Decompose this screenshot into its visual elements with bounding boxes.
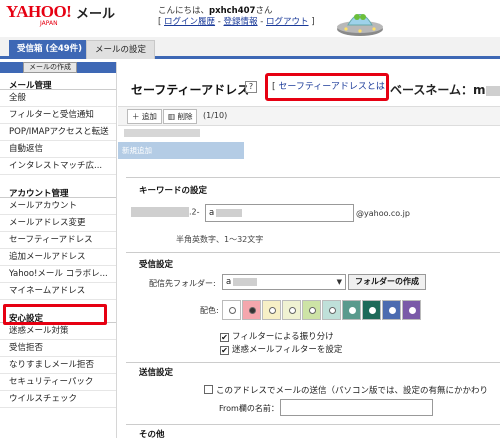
keyword-domain: @yahoo.co.jp bbox=[356, 209, 410, 218]
sidebar-heading-account-management: アカウント管理 bbox=[0, 181, 116, 199]
color-radio[interactable] bbox=[309, 307, 316, 314]
sidebar-item-mail-account[interactable]: メールアカウント bbox=[0, 198, 116, 215]
from-name-label: From欄の名前： bbox=[219, 404, 279, 413]
color-swatch[interactable] bbox=[402, 300, 421, 320]
color-radio[interactable] bbox=[409, 307, 416, 314]
color-swatch[interactable] bbox=[342, 300, 361, 320]
color-swatch[interactable] bbox=[262, 300, 281, 320]
address-toolbar: ＋ 追加 ▥ 削除 (1/10) bbox=[118, 106, 500, 126]
logout-link[interactable]: ログアウト bbox=[266, 17, 309, 27]
sidebar-item-block-senders[interactable]: 受信拒否 bbox=[0, 340, 116, 357]
chevron-down-icon: ▼ bbox=[336, 278, 342, 286]
sidebar-item-virus-check[interactable]: ウイルスチェック bbox=[0, 391, 116, 408]
color-swatch[interactable] bbox=[362, 300, 381, 320]
address-list-item-redacted[interactable] bbox=[124, 129, 200, 137]
yahoo-logo-japan: JAPAN bbox=[40, 20, 58, 27]
sidebar-item-general[interactable]: 全般 bbox=[0, 90, 116, 107]
color-swatch[interactable] bbox=[282, 300, 301, 320]
page-count: (1/10) bbox=[203, 111, 228, 120]
sidebar-heading-mail-management: メール管理 bbox=[0, 73, 116, 91]
color-radio[interactable] bbox=[369, 307, 376, 314]
sidebar-item-my-name-address[interactable]: マイネームアドレス bbox=[0, 283, 116, 300]
new-entry-item[interactable]: 新規追加 bbox=[118, 142, 244, 159]
send-from-address-option[interactable]: このアドレスでメールの送信（パソコン版では、設定の有無にかかわり bbox=[204, 384, 488, 396]
color-swatch[interactable] bbox=[222, 300, 241, 320]
registration-link[interactable]: 登録情報 bbox=[224, 17, 258, 27]
color-radio[interactable] bbox=[249, 307, 256, 314]
color-swatch[interactable] bbox=[382, 300, 401, 320]
color-swatch[interactable] bbox=[302, 300, 321, 320]
section-divider bbox=[126, 252, 500, 253]
login-history-link[interactable]: ログイン履歴 bbox=[164, 17, 215, 27]
from-name-input[interactable] bbox=[280, 399, 433, 416]
main-content: セーフティーアドレス ? [ セーフティーアドレスとは ] ベースネーム：m ＋… bbox=[118, 62, 500, 440]
settings-sidebar: メールの作成 メール管理 全般 フィルターと受信通知 POP/IMAPアクセスと… bbox=[0, 62, 117, 438]
keyword-prefix: .2- bbox=[131, 207, 200, 217]
keyword-hint: 半角英数字、1～32文字 bbox=[176, 235, 264, 244]
tab-bar: 受信箱 (全49件) メールの設定 bbox=[0, 37, 500, 59]
tab-mail-settings[interactable]: メールの設定 bbox=[86, 40, 156, 59]
spam-filter-option[interactable]: ✔ 迷惑メールフィルターを設定 bbox=[220, 343, 342, 355]
send-checkbox[interactable] bbox=[204, 385, 213, 394]
mail-service-name[interactable]: メール bbox=[76, 3, 115, 22]
ufo-mascot-icon bbox=[337, 14, 383, 36]
create-folder-button[interactable]: フォルダーの作成 bbox=[348, 274, 426, 290]
section-divider bbox=[126, 424, 500, 425]
color-swatch[interactable] bbox=[242, 300, 261, 320]
sidebar-item-additional-address[interactable]: 追加メールアドレス bbox=[0, 249, 116, 266]
add-button[interactable]: ＋ 追加 bbox=[127, 109, 162, 124]
color-radio[interactable] bbox=[289, 307, 296, 314]
color-radio[interactable] bbox=[329, 307, 336, 314]
color-radio[interactable] bbox=[389, 307, 396, 314]
send-section-title: 送信設定 bbox=[139, 368, 174, 378]
sidebar-item-change-address[interactable]: メールアドレス変更 bbox=[0, 215, 116, 232]
compose-bar: メールの作成 bbox=[0, 62, 116, 73]
sidebar-item-collaboration[interactable]: Yahoo!メール コラボレ... bbox=[0, 266, 116, 283]
delete-button[interactable]: ▥ 削除 bbox=[163, 109, 198, 124]
color-radio[interactable] bbox=[349, 307, 356, 314]
folder-select[interactable]: a ▼ bbox=[222, 274, 346, 290]
section-divider bbox=[126, 362, 500, 363]
color-radio[interactable] bbox=[229, 307, 236, 314]
folder-label: 配信先フォルダー: bbox=[149, 279, 216, 288]
color-swatch[interactable] bbox=[322, 300, 341, 320]
selected-item-highlight bbox=[3, 304, 107, 325]
sidebar-item-auto-reply[interactable]: 自動返信 bbox=[0, 141, 116, 158]
sidebar-item-security-pack[interactable]: セキュリティーパック bbox=[0, 374, 116, 391]
spam-filter-checkbox[interactable]: ✔ bbox=[220, 346, 229, 355]
help-icon[interactable]: ? bbox=[245, 81, 257, 93]
header-links: [ ログイン履歴 - 登録情報 - ログアウト ] bbox=[158, 17, 315, 27]
page-title: セーフティーアドレス bbox=[131, 83, 250, 97]
yahoo-logo[interactable]: YAHOO! bbox=[6, 2, 72, 22]
sidebar-item-safety-address[interactable]: セーフティーアドレス bbox=[0, 232, 116, 249]
keyword-section-title: キーワードの設定 bbox=[139, 186, 208, 196]
sidebar-item-interest-match[interactable]: インタレストマッチ広... bbox=[0, 158, 116, 175]
section-divider bbox=[126, 177, 500, 178]
header: YAHOO! JAPAN メール こんにちは、pxhch407さん [ ログイン… bbox=[0, 0, 500, 37]
other-section-title: その他 bbox=[139, 430, 165, 440]
sidebar-item-filters[interactable]: フィルターと受信通知 bbox=[0, 107, 116, 124]
filter-sort-option[interactable]: ✔ フィルターによる振り分け bbox=[220, 330, 334, 342]
compose-button[interactable]: メールの作成 bbox=[23, 62, 77, 73]
about-safety-address-link[interactable]: [ セーフティーアドレスとは ] bbox=[265, 73, 389, 101]
color-radio[interactable] bbox=[269, 307, 276, 314]
keyword-input[interactable]: a bbox=[205, 204, 354, 222]
base-name: ベースネーム：m bbox=[390, 81, 500, 98]
sidebar-item-spoof-reject[interactable]: なりすましメール拒否 bbox=[0, 357, 116, 374]
receive-section-title: 受信設定 bbox=[139, 260, 174, 270]
tab-inbox[interactable]: 受信箱 (全49件) bbox=[9, 40, 91, 59]
filter-sort-checkbox[interactable]: ✔ bbox=[220, 333, 229, 342]
color-label: 配色: bbox=[200, 306, 219, 315]
sidebar-item-pop-imap[interactable]: POP/IMAPアクセスと転送 bbox=[0, 124, 116, 141]
sidebar-item-spam-protection[interactable]: 迷惑メール対策 bbox=[0, 323, 116, 340]
